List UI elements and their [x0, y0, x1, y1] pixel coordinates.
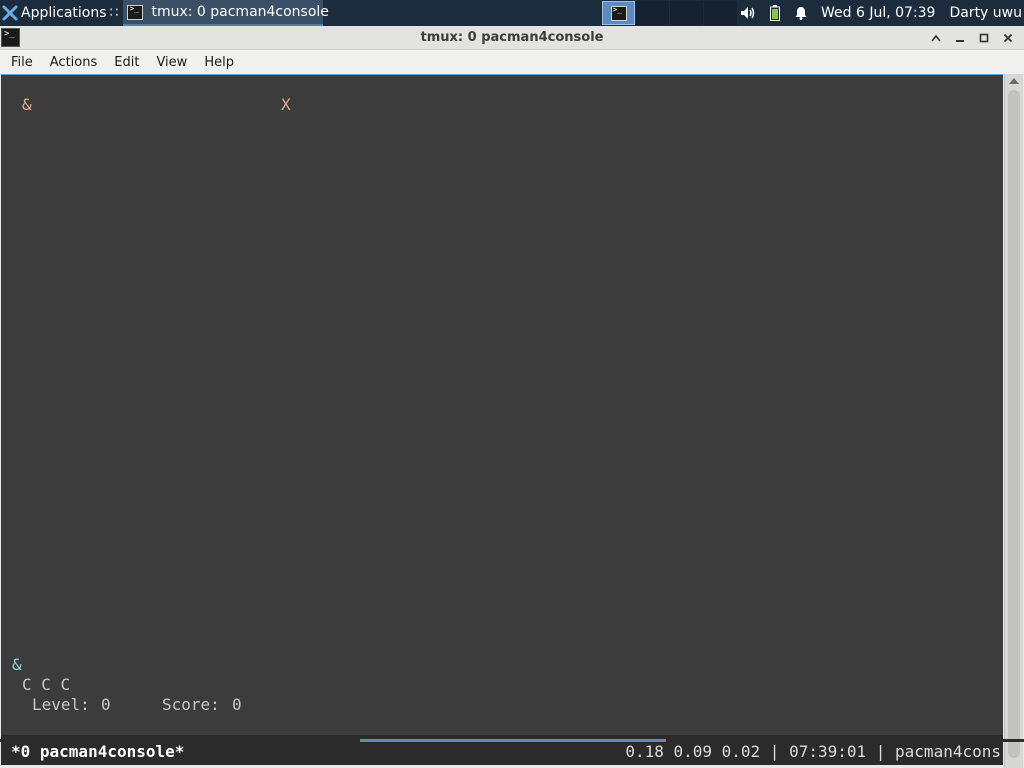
applications-separator: ∷	[109, 5, 119, 21]
game-player-symbol: &	[12, 655, 22, 674]
tmux-window-list: *0 pacman4console*	[11, 742, 185, 761]
terminal-window: tmux: 0 pacman4console File Actions Edit…	[0, 26, 1024, 768]
terminal-area[interactable]: & X & C C C Level: 0 Score: 0	[1, 74, 1003, 736]
applications-menu[interactable]: Applications ∷	[0, 0, 122, 26]
scrollbar-thumb[interactable]	[1008, 90, 1020, 758]
terminal-icon	[127, 4, 144, 20]
volume-icon[interactable]	[740, 6, 756, 20]
window-title: tmux: 0 pacman4console	[420, 30, 604, 45]
window-titlebar[interactable]: tmux: 0 pacman4console	[0, 26, 1024, 50]
game-wall-symbol: &	[22, 95, 32, 114]
game-ghost-symbol: X	[281, 95, 291, 114]
menubar: File Actions Edit View Help	[0, 50, 1024, 75]
minimize-icon[interactable]	[948, 26, 972, 50]
workspace-1-button[interactable]	[602, 1, 635, 25]
tmux-status-right: 0.18 0.09 0.02 | 07:39:01 | pacman4cons	[625, 742, 1001, 761]
menu-edit[interactable]: Edit	[105, 55, 147, 70]
user-menu[interactable]: Darty uwu	[949, 5, 1022, 21]
level-value: 0	[101, 695, 111, 714]
maximize-icon[interactable]	[972, 26, 996, 50]
shade-icon[interactable]	[924, 26, 948, 50]
xfce-logo-icon	[2, 5, 18, 21]
level-label: Level:	[32, 695, 90, 714]
lives-indicator: C C C	[22, 675, 71, 694]
menu-actions[interactable]: Actions	[41, 55, 106, 70]
system-tray: Wed 6 Jul, 07:39 Darty uwu	[733, 0, 1024, 26]
score-value: 0	[232, 695, 242, 714]
workspace-3-button[interactable]	[670, 1, 703, 25]
workspace-2-button[interactable]	[636, 1, 669, 25]
top-panel: Applications ∷ tmux: 0 pacman4console	[0, 0, 1024, 26]
taskbar-window-label: tmux: 0 pacman4console	[151, 4, 329, 20]
taskbar-window-button[interactable]: tmux: 0 pacman4console	[123, 0, 329, 26]
vertical-scrollbar[interactable]	[1004, 74, 1023, 768]
menu-file[interactable]: File	[0, 55, 41, 70]
menu-help[interactable]: Help	[195, 55, 242, 70]
window-controls	[924, 26, 1020, 50]
battery-icon[interactable]	[769, 5, 780, 21]
scroll-up-arrow-icon[interactable]	[1009, 78, 1019, 84]
menu-view[interactable]: View	[147, 55, 195, 70]
terminal-icon	[610, 5, 627, 21]
bottom-accent	[360, 739, 666, 742]
notification-bell-icon[interactable]	[794, 6, 808, 20]
clock[interactable]: Wed 6 Jul, 07:39	[821, 5, 935, 21]
close-icon[interactable]	[996, 26, 1020, 50]
applications-label: Applications	[21, 5, 107, 21]
score-label: Score:	[162, 695, 220, 714]
